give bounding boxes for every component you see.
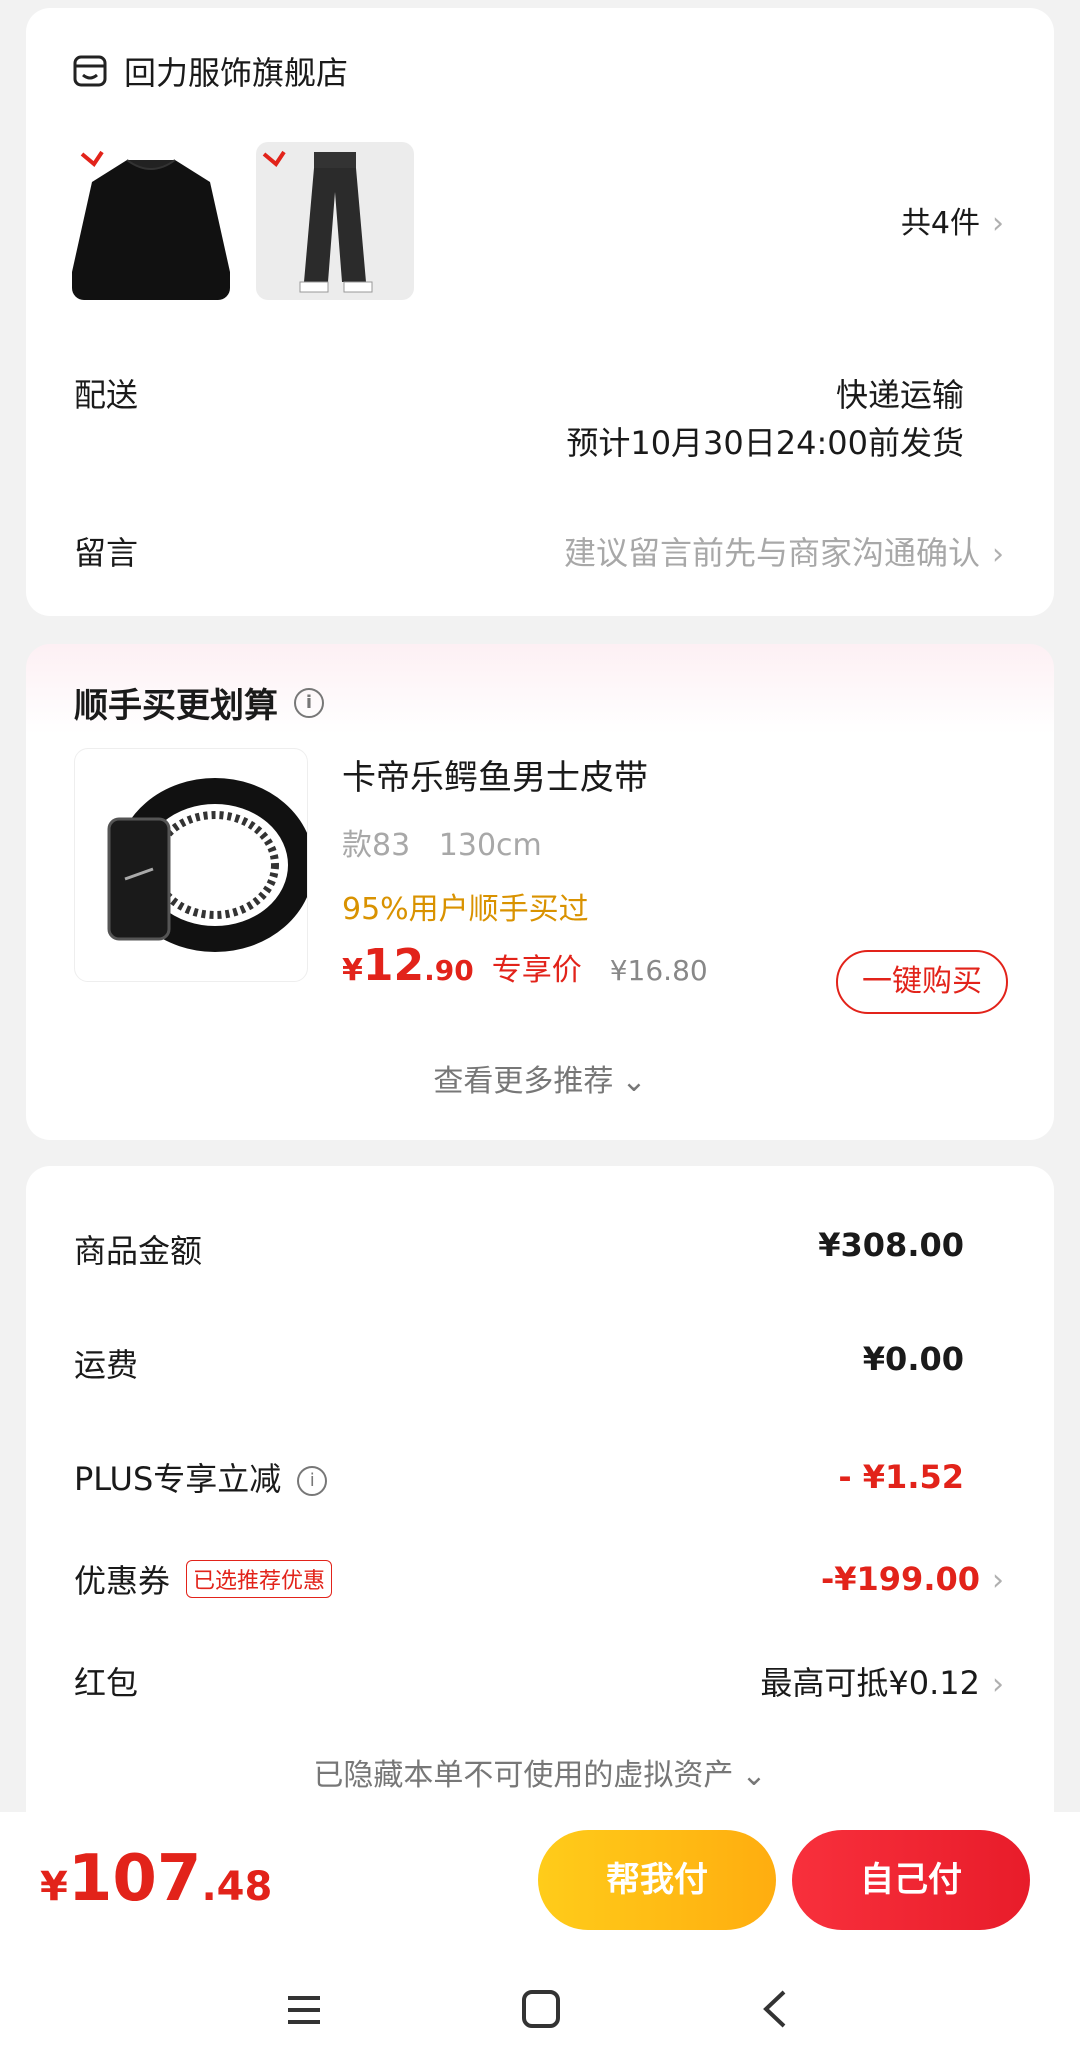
see-more-recommend[interactable]: 查看更多推荐 ⌄ bbox=[26, 1056, 1054, 1100]
total-price: ¥ 107 .48 bbox=[40, 1842, 273, 1916]
recommend-price: ¥ 12 .90 专享价 ¥16.80 bbox=[342, 940, 708, 991]
chevron-right-icon: › bbox=[992, 537, 1004, 572]
product-image-sweatshirt[interactable] bbox=[72, 142, 230, 300]
chevron-down-icon: ⌄ bbox=[621, 1064, 647, 1099]
product-name[interactable]: 卡帝乐鳄鱼男士皮带 bbox=[342, 750, 648, 799]
home-icon[interactable] bbox=[520, 1988, 562, 2030]
checkout-bar: ¥ 107 .48 帮我付 自己付 bbox=[0, 1812, 1080, 1952]
product-spec: 款83 130cm bbox=[342, 828, 542, 863]
row-shipping: 运费 ¥0.00 bbox=[74, 1340, 964, 1384]
coupon-badge: 已选推荐优惠 bbox=[186, 1560, 333, 1598]
belt-image[interactable] bbox=[74, 748, 308, 982]
chevron-down-icon: ⌄ bbox=[741, 1758, 767, 1793]
shop-card: 回力服饰旗舰店 共4件 › 配送 快递运输 预计10月30日24:00前发货 留言… bbox=[26, 8, 1054, 616]
message-label: 留言 bbox=[74, 534, 139, 572]
chevron-right-icon: › bbox=[992, 206, 1004, 241]
recommend-title: 顺手买更划算 i bbox=[74, 678, 324, 727]
hidden-assets-note[interactable]: 已隐藏本单不可使用的虚拟资产 ⌄ bbox=[26, 1750, 1054, 1794]
info-icon[interactable]: i bbox=[297, 1466, 328, 1496]
summary-card: 商品金额 ¥308.00 运费 ¥0.00 PLUS专享立减 i - ¥1.52 … bbox=[26, 1166, 1054, 1846]
system-nav-bar bbox=[0, 1952, 1080, 2068]
row-coupon[interactable]: 优惠券 已选推荐优惠 -¥199.00 › bbox=[74, 1556, 1004, 1602]
menu-icon[interactable] bbox=[284, 1990, 324, 2030]
shop-name: 回力服饰旗舰店 bbox=[124, 54, 349, 92]
row-red-packet[interactable]: 红包 最高可抵¥0.12 › bbox=[74, 1658, 1004, 1704]
popularity: 95%用户顺手买过 bbox=[342, 892, 589, 927]
delivery-eta: 预计10月30日24:00前发货 bbox=[566, 424, 964, 462]
message-placeholder: 建议留言前先与商家沟通确认 bbox=[563, 534, 980, 572]
shop-header[interactable]: 回力服饰旗舰店 bbox=[72, 48, 348, 94]
delivery-label: 配送 bbox=[74, 376, 139, 414]
back-icon[interactable] bbox=[758, 1988, 794, 2030]
self-pay-button[interactable]: 自己付 bbox=[792, 1830, 1030, 1930]
chevron-right-icon: › bbox=[992, 1667, 1004, 1702]
info-icon[interactable]: i bbox=[294, 687, 324, 718]
product-image-pants[interactable] bbox=[256, 142, 414, 300]
help-pay-button[interactable]: 帮我付 bbox=[538, 1830, 776, 1930]
item-count[interactable]: 共4件 › bbox=[901, 198, 1004, 242]
shop-icon bbox=[73, 55, 107, 87]
row-goods-amount: 商品金额 ¥308.00 bbox=[74, 1226, 964, 1270]
row-plus-discount: PLUS专享立减 i - ¥1.52 bbox=[74, 1458, 964, 1498]
message-field[interactable]: 建议留言前先与商家沟通确认 › bbox=[564, 528, 1004, 574]
one-click-buy-button[interactable]: 一键购买 bbox=[836, 950, 1008, 1014]
recommend-card: 顺手买更划算 i 卡帝乐鳄鱼男士皮带 款83 130cm 95%用户顺手买过 ¥… bbox=[26, 644, 1054, 1140]
delivery-method: 快递运输 bbox=[835, 376, 964, 414]
chevron-right-icon: › bbox=[992, 1563, 1004, 1598]
